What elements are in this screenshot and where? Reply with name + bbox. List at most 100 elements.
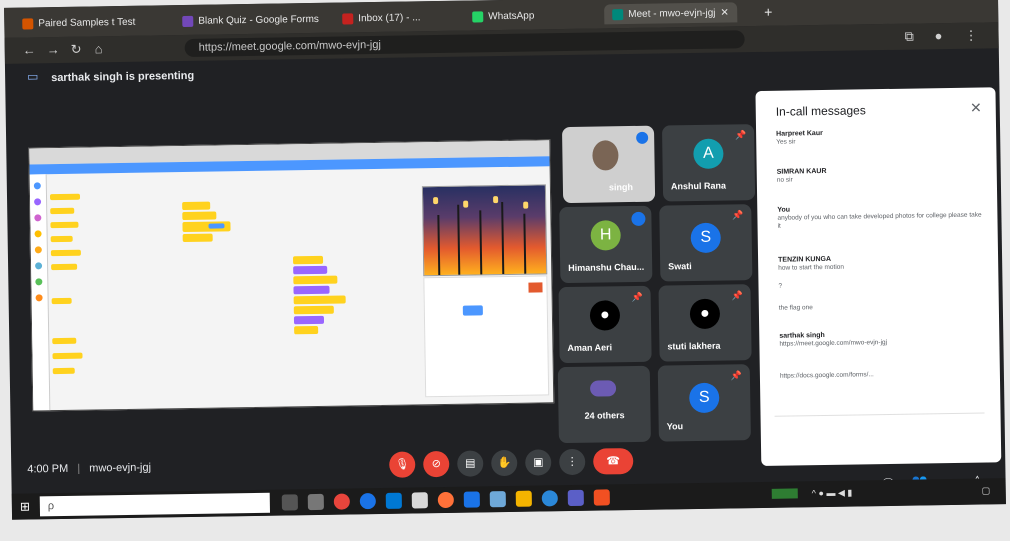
meeting-info: 4:00 PM | mwo-evjn-jgj (27, 462, 151, 476)
avatar: A (693, 138, 724, 170)
tab-3[interactable]: Inbox (17) - ... (334, 7, 429, 28)
script-block (182, 233, 213, 243)
battery-icon[interactable] (771, 488, 798, 499)
windows-start-icon[interactable]: ⊞ (20, 499, 30, 513)
forward-icon[interactable]: → (47, 42, 60, 57)
tab-favicon-icon (22, 17, 34, 30)
lantern-shape (463, 200, 469, 208)
chat-message: sarthak singh https://meet.google.com/mw… (779, 329, 984, 348)
captions-button[interactable]: ▤ (457, 450, 484, 477)
tab-2[interactable]: Blank Quiz - Google Forms (174, 9, 327, 31)
code-block (52, 352, 83, 360)
app-icon[interactable] (541, 490, 558, 507)
lantern-shape (433, 197, 439, 205)
office-icon[interactable] (593, 489, 610, 506)
tab-title: Paired Samples t Test (38, 16, 136, 29)
others-tile[interactable]: 24 others (557, 365, 651, 444)
participant-tile[interactable]: ● 📌 stuti lakhera (658, 284, 752, 362)
edge-icon[interactable] (359, 493, 376, 510)
tab-favicon-icon (342, 12, 354, 25)
pin-icon[interactable]: 📌 (735, 130, 746, 141)
script-block (293, 285, 330, 295)
participant-tile[interactable]: A 📌 Anshul Rana (661, 124, 756, 202)
menu-icon[interactable]: ⋮ (964, 28, 977, 44)
category-dot (34, 246, 42, 254)
chat-panel: In-call messages ✕ Harpreet Kaur Yes sir… (755, 87, 1002, 466)
explorer-icon[interactable] (515, 490, 532, 507)
code-block (50, 249, 81, 257)
home-icon[interactable]: ⌂ (95, 41, 103, 56)
raise-hand-button[interactable]: ✋ (491, 449, 518, 477)
code-block (49, 193, 81, 201)
tray-icons[interactable]: ^ ● ▬ ◀ ▮ (812, 488, 853, 500)
new-tab-button[interactable]: + (756, 2, 780, 22)
code-block (50, 207, 75, 215)
close-icon[interactable]: ✕ (970, 99, 982, 116)
teams-icon[interactable] (567, 489, 584, 507)
pin-icon[interactable]: 📌 (731, 290, 742, 301)
participant-name: Swati (668, 261, 692, 272)
chat-message: https://docs.google.com/forms/... (780, 369, 985, 380)
back-icon[interactable]: ← (23, 42, 36, 57)
tab-4[interactable]: WhatsApp (464, 5, 542, 26)
app-icon[interactable] (489, 491, 506, 508)
code-block (51, 297, 72, 305)
camera-off-button[interactable]: ⊘ (423, 450, 450, 478)
speaking-icon (631, 211, 646, 227)
tab-close-icon[interactable]: ✕ (720, 7, 729, 18)
chrome-icon[interactable] (333, 493, 350, 510)
participant-name: singh (608, 181, 634, 193)
firefox-icon[interactable] (437, 491, 454, 509)
participant-tile[interactable]: singh (561, 125, 656, 204)
tab-title: Blank Quiz - Google Forms (198, 13, 319, 27)
participant-name: You (666, 421, 684, 432)
notification-icon[interactable]: ▢ (982, 485, 991, 496)
tree-shape (457, 204, 461, 275)
participant-tile[interactable]: ● 📌 Aman Aeri (558, 285, 652, 364)
tab-1[interactable]: Paired Samples t Test (14, 12, 143, 34)
avatar: H (590, 220, 621, 251)
tab-favicon-icon (472, 10, 484, 22)
participant-name: Anshul Rana (670, 180, 727, 192)
category-dot (34, 198, 42, 206)
participant-tile[interactable]: S 📌 Swati (659, 204, 753, 282)
extensions-icon[interactable]: ⧉ (904, 29, 914, 45)
profile-icon[interactable]: ● (934, 28, 942, 43)
more-options-button[interactable]: ⋮ (559, 448, 586, 476)
widgets-icon[interactable] (307, 493, 324, 511)
pin-icon[interactable]: 📌 (732, 210, 743, 221)
category-dot (33, 182, 41, 190)
participant-name: Aman Aeri (567, 342, 613, 354)
task-view-icon[interactable] (281, 494, 298, 511)
shared-screen (28, 139, 555, 412)
present-screen-icon: ▭ (27, 69, 39, 84)
app-icon[interactable] (463, 491, 480, 508)
script-block (294, 325, 319, 335)
store-icon[interactable] (411, 492, 428, 509)
mic-off-button[interactable]: 🎙 (389, 451, 416, 478)
script-block (208, 223, 225, 229)
code-block (50, 235, 73, 243)
mail-icon[interactable] (385, 492, 402, 509)
chat-input[interactable] (774, 412, 985, 446)
participant-tile[interactable]: H Himanshu Chau... (559, 205, 653, 284)
participant-tile[interactable]: S 📌 You (657, 364, 751, 442)
pin-icon[interactable]: 📌 (731, 370, 742, 381)
present-button[interactable]: ▣ (525, 449, 552, 476)
script-block (293, 265, 328, 275)
taskbar-search[interactable]: ρ (39, 492, 271, 517)
avatar: ● (689, 298, 721, 330)
reload-icon[interactable]: ↻ (71, 42, 82, 58)
script-block (182, 211, 217, 221)
end-call-button[interactable]: ☎ (593, 448, 634, 475)
participant-name: Himanshu Chau... (568, 261, 645, 274)
message-text: anybody of you who can take developed ph… (777, 211, 982, 230)
script-block (293, 315, 325, 325)
category-dot (35, 294, 43, 302)
separator: | (77, 462, 81, 475)
script-block (292, 255, 324, 265)
tab-5[interactable]: Meet - mwo-evjn-jgj ✕ (604, 2, 737, 25)
pin-icon[interactable]: 📌 (631, 292, 642, 303)
category-dot (35, 278, 43, 286)
address-bar[interactable]: https://meet.google.com/mwo-evjn-jgj (184, 30, 745, 58)
